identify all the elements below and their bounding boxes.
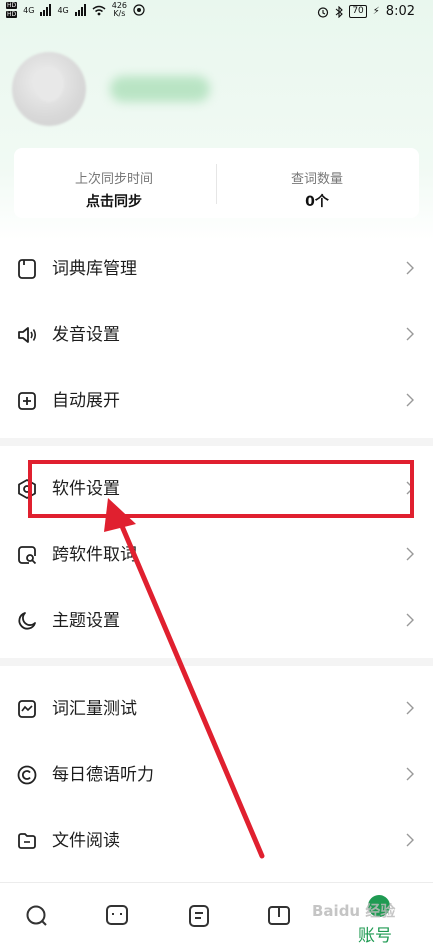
- sync-stat[interactable]: 上次同步时间 点击同步: [14, 148, 214, 218]
- bookmark-icon: [18, 259, 36, 279]
- menu-item-label: 自动展开: [52, 391, 120, 411]
- folder-icon: [18, 833, 36, 849]
- menu-item-label: 每日德语听力: [52, 765, 154, 785]
- network-speed: 426 K/s: [112, 2, 127, 18]
- status-right: 70 ⚡ 8:02: [317, 4, 415, 19]
- moon-icon: [18, 612, 36, 630]
- menu-item-dictionary-library[interactable]: 词典库管理: [0, 236, 433, 302]
- menu-item-vocabulary-test[interactable]: 词汇量测试: [0, 676, 433, 742]
- signal-icon: [40, 4, 52, 16]
- username-blurred[interactable]: [110, 76, 210, 102]
- chevron-right-icon: [406, 327, 414, 341]
- chevron-right-icon: [406, 393, 414, 407]
- baidu-watermark: Baidu 经验: [312, 902, 396, 920]
- menu-item-label: 文件阅读: [52, 831, 120, 851]
- chevron-right-icon: [406, 613, 414, 627]
- search-square-icon: [18, 546, 37, 565]
- book-icon[interactable]: [266, 903, 292, 929]
- section-separator: [0, 658, 433, 666]
- listening-circle-icon: [17, 765, 37, 785]
- network-type: 4G: [23, 5, 35, 15]
- shield-icon: [133, 4, 145, 16]
- charging-icon: ⚡: [372, 6, 380, 17]
- status-left: HD HD 4G 4G 426 K/s: [6, 2, 145, 18]
- speed-unit: K/s: [113, 9, 126, 18]
- menu-item-pronunciation-settings[interactable]: 发音设置: [0, 302, 433, 368]
- user-avatar[interactable]: [12, 52, 86, 126]
- annotation-highlight-box: [28, 460, 414, 518]
- bluetooth-icon: [335, 5, 344, 18]
- battery-level: 70: [349, 5, 367, 18]
- menu-item-label: 主题设置: [52, 611, 120, 631]
- chevron-right-icon: [406, 833, 414, 847]
- speaker-icon: [18, 327, 37, 343]
- hd-badge: HD: [6, 2, 18, 9]
- sync-label: 上次同步时间: [74, 172, 153, 187]
- words-label: 查词数量: [290, 172, 343, 187]
- words-value: 0个: [305, 194, 329, 210]
- chevron-right-icon: [406, 547, 414, 561]
- chevron-right-icon: [406, 767, 414, 781]
- sync-value[interactable]: 点击同步: [14, 191, 214, 211]
- plus-square-icon: [18, 392, 36, 410]
- section-separator: [0, 438, 433, 446]
- chevron-right-icon: [406, 261, 414, 275]
- menu-item-label: 发音设置: [52, 325, 120, 345]
- menu-item-label: 词典库管理: [52, 259, 137, 279]
- words-stat[interactable]: 查词数量 0个: [217, 148, 417, 218]
- menu-item-file-reading[interactable]: 文件阅读: [0, 808, 433, 874]
- menu-item-auto-expand[interactable]: 自动展开: [0, 368, 433, 434]
- stats-card: 上次同步时间 点击同步 查词数量 0个: [14, 148, 419, 218]
- chart-square-icon: [18, 700, 36, 718]
- menu-item-label: 跨软件取词: [52, 545, 137, 565]
- chevron-right-icon: [406, 701, 414, 715]
- menu-item-label: 词汇量测试: [52, 699, 137, 719]
- clock-time: 8:02: [385, 4, 415, 19]
- network-type: 4G: [57, 5, 69, 15]
- alarm-icon: [318, 6, 329, 18]
- menu-item-daily-german-listening[interactable]: 每日德语听力: [0, 742, 433, 808]
- wifi-icon: [92, 5, 106, 15]
- hd-badge: HD: [6, 11, 18, 18]
- chat-face-icon[interactable]: [104, 903, 130, 929]
- tab-account-label[interactable]: 账号: [358, 921, 392, 946]
- hd-badges: HD HD: [6, 2, 18, 18]
- menu-item-cross-app-lookup[interactable]: 跨软件取词: [0, 522, 433, 588]
- notes-icon[interactable]: [186, 903, 212, 929]
- signal-icon: [74, 4, 86, 16]
- menu-item-theme-settings[interactable]: 主题设置: [0, 588, 433, 654]
- search-icon[interactable]: [24, 903, 50, 929]
- status-bar: HD HD 4G 4G 426 K/s 70 ⚡ 8:02: [0, 0, 433, 26]
